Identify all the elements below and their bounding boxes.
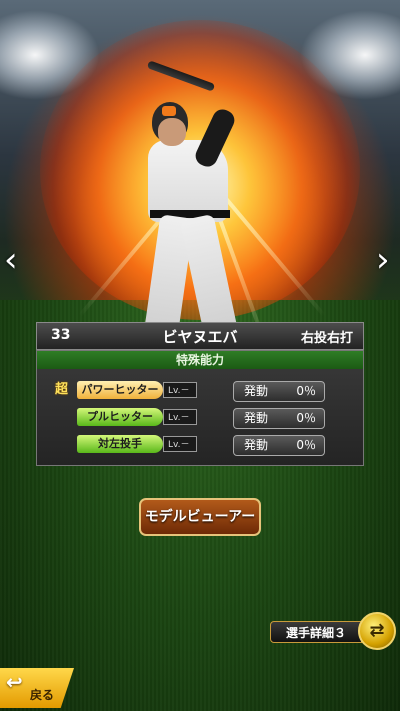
player-screen: ‹ › 33 ビヤヌエバ 右投右打 特殊能力 超 パワーヒッター Lv.－ 発動… [0,0,400,711]
trigger-rate: 発動 0％ [233,408,325,429]
ability-name: プルヒッター [77,408,163,426]
player-arm [192,106,238,170]
ability-row[interactable]: 対左投手 Lv.－ 発動 0％ [37,434,363,456]
back-arrow-icon: ↩ [6,670,23,694]
trigger-percent: 0％ [296,438,316,452]
ability-level: Lv.－ [163,382,197,398]
player-detail-button[interactable]: 選手詳細３ ⇄ [270,610,398,654]
abilities-header: 特殊能力 [37,351,363,369]
ability-row[interactable]: 超 パワーヒッター Lv.－ 発動 0％ [37,380,363,402]
trigger-label: 発動 [244,438,269,452]
ability-level: Lv.－ [163,409,197,425]
model-viewer-button[interactable]: モデルビューアー [139,498,261,536]
trigger-label: 発動 [244,384,269,398]
trigger-rate: 発動 0％ [233,381,325,402]
cycle-icon[interactable]: ⇄ [358,612,396,650]
ability-level: Lv.－ [163,436,197,452]
helmet-logo [162,106,176,116]
player-face [158,118,186,146]
ability-name: 対左投手 [77,435,163,453]
chevron-right-icon[interactable]: › [376,240,390,280]
ability-name: パワーヒッター [77,381,163,399]
abilities-panel: 特殊能力 超 パワーヒッター Lv.－ 発動 0％ プルヒッター Lv.－ 発動… [36,350,364,466]
player-model [140,70,270,340]
chevron-left-icon[interactable]: ‹ [4,240,18,280]
back-label: 戻る [30,688,55,702]
player-handedness: 右投右打 [300,331,353,346]
super-badge: 超 [55,382,69,397]
trigger-label: 発動 [244,411,269,425]
trigger-rate: 発動 0％ [233,435,325,456]
player-name-bar: 33 ビヤヌエバ 右投右打 [36,322,364,350]
ability-row[interactable]: プルヒッター Lv.－ 発動 0％ [37,407,363,429]
trigger-percent: 0％ [296,411,316,425]
trigger-percent: 0％ [296,384,316,398]
player-leg [179,213,239,339]
player-detail-label: 選手詳細３ [270,621,362,643]
